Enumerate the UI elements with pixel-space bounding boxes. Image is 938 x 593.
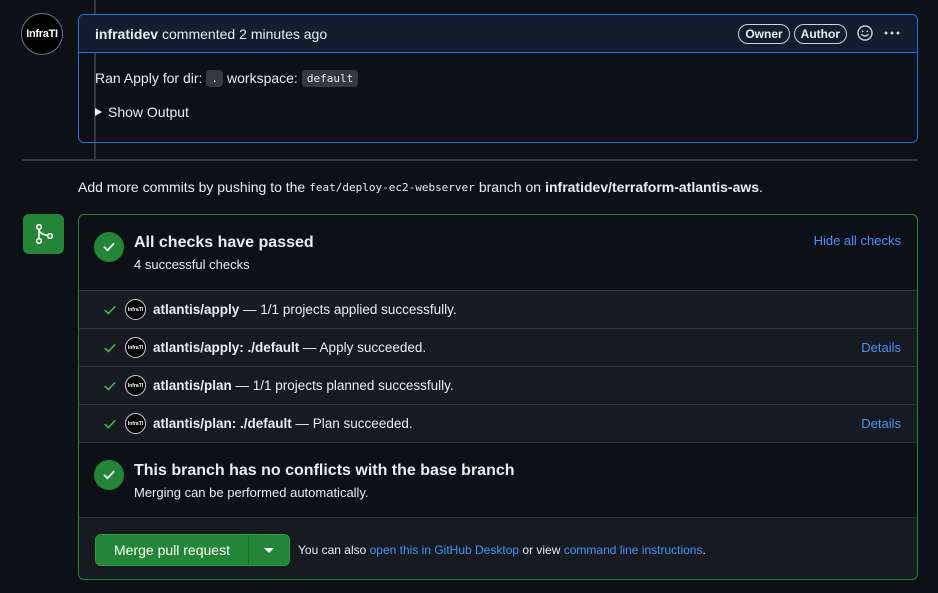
comment-body: Ran Apply for dir: . workspace: default …	[79, 53, 917, 135]
atlantis-avatar[interactable]: InfraTI	[125, 337, 146, 358]
owner-badge: Owner	[738, 24, 790, 44]
check-name: atlantis/apply: ./default	[153, 340, 300, 355]
branch-name: feat/deploy-ec2-webserver	[309, 180, 475, 194]
check-name: atlantis/plan	[153, 378, 232, 393]
check-icon	[103, 341, 117, 358]
check-description: — 1/1 projects applied successfully.	[243, 302, 457, 317]
comment-author[interactable]: infratidev	[95, 26, 158, 42]
check-row: InfraTI atlantis/plan: ./default — Plan …	[79, 405, 917, 443]
merge-box: All checks have passed 4 successful chec…	[78, 214, 918, 580]
conflict-title: This branch has no conflicts with the ba…	[134, 462, 515, 479]
atlantis-avatar[interactable]: InfraTI	[125, 413, 146, 434]
atlantis-avatar[interactable]: InfraTI	[125, 299, 146, 320]
check-icon	[94, 232, 124, 262]
author-avatar[interactable]: InfraTI	[21, 13, 63, 55]
checks-subtitle: 4 successful checks	[134, 257, 250, 272]
merge-note-suffix: .	[702, 543, 706, 557]
disclosure-triangle-icon	[95, 108, 102, 116]
check-description: — Apply succeeded.	[303, 340, 427, 355]
avatar-text: InfraTI	[26, 28, 58, 40]
show-output-toggle[interactable]: Show Output	[95, 103, 901, 121]
kebab-icon[interactable]	[883, 25, 901, 44]
workspace-label: workspace:	[227, 70, 298, 86]
push-note-suffix: .	[759, 179, 763, 195]
push-note-middle: branch on	[478, 179, 542, 195]
comment-card: infratidev commented 2 minutes ago Owner…	[78, 14, 918, 143]
comment-time[interactable]: 2 minutes ago	[239, 26, 327, 42]
check-name: atlantis/apply	[153, 302, 240, 317]
check-icon	[103, 379, 117, 396]
cli-instructions-link[interactable]: command line instructions	[564, 543, 703, 557]
dir-code: .	[206, 69, 224, 87]
smiley-icon[interactable]	[857, 24, 873, 44]
chevron-down-icon	[264, 547, 274, 553]
show-output-label: Show Output	[108, 104, 189, 120]
merge-pull-request-button[interactable]: Merge pull request	[96, 535, 249, 565]
checks-title: All checks have passed	[134, 234, 314, 251]
author-badge: Author	[793, 24, 847, 44]
merge-button-group: Merge pull request	[95, 534, 290, 566]
workspace-code: default	[301, 69, 359, 87]
check-icon	[103, 303, 117, 320]
check-row: InfraTI atlantis/apply — 1/1 projects ap…	[79, 291, 917, 329]
atlantis-avatar[interactable]: InfraTI	[125, 375, 146, 396]
check-details-link[interactable]: Details	[861, 416, 901, 431]
check-details-link[interactable]: Details	[861, 340, 901, 355]
timeline-divider	[22, 159, 918, 161]
push-note-prefix: Add more commits by pushing to the	[78, 179, 306, 195]
comment-action: commented	[162, 25, 236, 42]
check-name: atlantis/plan: ./default	[153, 416, 292, 431]
check-row: InfraTI atlantis/plan — 1/1 projects pla…	[79, 367, 917, 405]
comment-header: infratidev commented 2 minutes ago Owner…	[79, 15, 917, 53]
merge-note-prefix: You can also	[298, 543, 367, 557]
github-desktop-link[interactable]: open this in GitHub Desktop	[370, 543, 519, 557]
body-prefix: Ran Apply for dir:	[95, 70, 203, 86]
comment-text-line: Ran Apply for dir: . workspace: default	[95, 67, 901, 89]
push-note: Add more commits by pushing to the feat/…	[78, 179, 763, 195]
conflict-subtitle: Merging can be performed automatically.	[134, 485, 369, 500]
conflict-status: This branch has no conflicts with the ba…	[79, 443, 917, 518]
repo-name: infratidev/terraform-atlantis-aws	[545, 179, 760, 195]
check-description: — 1/1 projects planned successfully.	[235, 378, 454, 393]
check-row: InfraTI atlantis/apply: ./default — Appl…	[79, 329, 917, 367]
check-icon	[103, 417, 117, 434]
check-description: — Plan succeeded.	[295, 416, 413, 431]
git-merge-icon	[23, 214, 64, 254]
merge-note-middle: or view	[522, 543, 561, 557]
comment-header-actions: Owner Author	[738, 15, 901, 53]
check-icon	[94, 460, 124, 490]
check-list: InfraTI atlantis/apply — 1/1 projects ap…	[79, 291, 917, 443]
hide-all-checks-link[interactable]: Hide all checks	[814, 233, 901, 248]
merge-actions: Merge pull request You can also open thi…	[79, 518, 917, 579]
merge-note: You can also open this in GitHub Desktop…	[298, 543, 706, 557]
checks-summary: All checks have passed 4 successful chec…	[79, 215, 917, 291]
merge-options-dropdown[interactable]	[249, 535, 289, 565]
